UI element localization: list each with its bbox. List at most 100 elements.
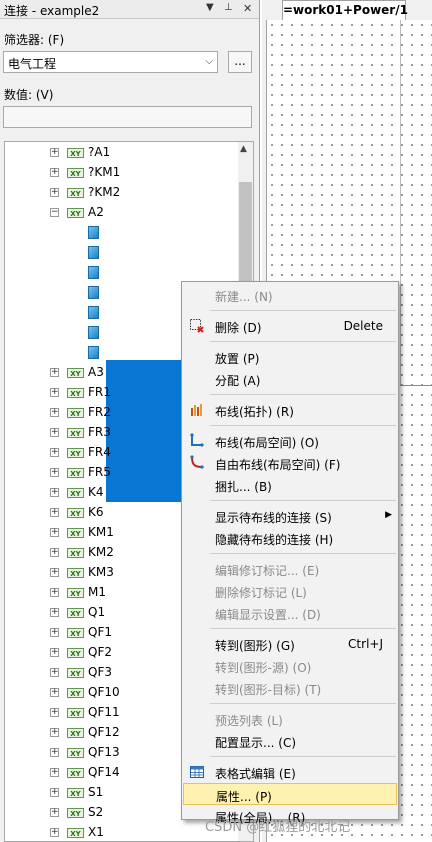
page-border-line bbox=[400, 385, 432, 386]
menu-item-label: 隐藏待布线的连接 (H) bbox=[215, 533, 334, 547]
tree-item-label: QF13 bbox=[88, 745, 120, 759]
scrollbar-thumb[interactable] bbox=[239, 182, 252, 282]
menu-item-label: 布线(拓扑) (R) bbox=[215, 405, 294, 419]
tree-item[interactable]: L1 ↔ =work01+Power bbox=[5, 223, 253, 243]
expand-icon[interactable]: + bbox=[50, 448, 59, 457]
tree-item[interactable]: L3 ↔ =work01+Power bbox=[5, 263, 253, 283]
close-icon[interactable]: ✕ bbox=[243, 2, 252, 15]
expand-icon[interactable]: + bbox=[50, 508, 59, 517]
menu-item-label: 预选列表 (L) bbox=[215, 714, 283, 728]
menu-item-label: 新建... (N) bbox=[215, 290, 273, 304]
expand-icon[interactable]: + bbox=[50, 748, 59, 757]
tree-item-label: KM2 bbox=[88, 545, 114, 559]
expand-icon[interactable]: + bbox=[50, 608, 59, 617]
xy-device-icon: XY bbox=[67, 188, 84, 198]
tree-item-label: L3 ↔ =work01+Power bbox=[108, 265, 241, 279]
xy-device-icon: XY bbox=[67, 648, 84, 658]
menu-item-route-layout[interactable]: 布线(布局空间) (O) bbox=[183, 430, 397, 452]
xy-device-icon: XY bbox=[67, 568, 84, 578]
dropdown-icon[interactable]: ▼ bbox=[206, 2, 214, 13]
xy-device-icon: XY bbox=[67, 468, 84, 478]
filter-more-button[interactable]: ... bbox=[228, 51, 252, 73]
expand-icon[interactable]: + bbox=[50, 688, 59, 697]
expand-icon[interactable]: + bbox=[50, 428, 59, 437]
expand-icon[interactable]: + bbox=[50, 648, 59, 657]
expand-icon[interactable]: + bbox=[50, 568, 59, 577]
menu-item-label: 配置显示... (C) bbox=[215, 736, 297, 750]
xy-device-icon: XY bbox=[67, 588, 84, 598]
tree-item-label: FR4 bbox=[88, 445, 111, 459]
menu-item-show-unrouted[interactable]: 显示待布线的连接 (S) ▶ bbox=[183, 505, 397, 527]
tree-item-label: QF12 bbox=[88, 725, 120, 739]
xy-device-icon: XY bbox=[67, 428, 84, 438]
expand-icon[interactable]: + bbox=[50, 808, 59, 817]
tree-item[interactable]: L2 ↔ =work01+Power bbox=[5, 243, 253, 263]
expand-icon[interactable]: + bbox=[50, 528, 59, 537]
menu-item-route-topology[interactable]: 布线(拓扑) (R) bbox=[183, 399, 397, 421]
xy-device-icon: XY bbox=[67, 548, 84, 558]
tree-item-label: QF10 bbox=[88, 685, 120, 699]
menu-item-label: 转到(图形) (G) bbox=[215, 639, 295, 653]
menu-item-assign[interactable]: 分配 (A) bbox=[183, 368, 397, 390]
menu-item-free-route[interactable]: 自由布线(布局空间) (F) bbox=[183, 452, 397, 474]
menu-item-shortcut: Ctrl+J bbox=[348, 637, 383, 651]
expand-icon[interactable]: + bbox=[50, 768, 59, 777]
tree-item-label: QF14 bbox=[88, 765, 120, 779]
scroll-up-icon[interactable]: ▲ bbox=[240, 144, 247, 154]
expand-icon[interactable]: + bbox=[50, 548, 59, 557]
tree-item-label: PE ↔ =work0 bbox=[108, 285, 188, 299]
expand-icon[interactable]: + bbox=[50, 668, 59, 677]
tree-item-label: FR3 bbox=[88, 425, 111, 439]
tab-document[interactable]: =work01+Power/1 bbox=[282, 0, 408, 20]
expand-icon[interactable]: + bbox=[50, 368, 59, 377]
tree-item-label: FR2 bbox=[88, 405, 111, 419]
tree-item[interactable]: + XY ?KM1 bbox=[5, 163, 253, 183]
menu-item-table-edit[interactable]: 表格式编辑 (E) bbox=[183, 761, 397, 783]
value-input[interactable] bbox=[3, 106, 252, 128]
menu-item-label: 编辑修订标记... (E) bbox=[215, 564, 320, 578]
xy-device-icon: XY bbox=[67, 208, 84, 218]
xy-device-icon: XY bbox=[67, 608, 84, 618]
expand-icon[interactable]: + bbox=[50, 468, 59, 477]
expand-icon[interactable]: + bbox=[50, 708, 59, 717]
expand-icon[interactable]: + bbox=[50, 188, 59, 197]
menu-item-hide-unrouted[interactable]: 隐藏待布线的连接 (H) bbox=[183, 527, 397, 549]
tree-item[interactable]: − XY A2 bbox=[5, 203, 253, 223]
menu-item-goto-graphic[interactable]: 转到(图形) (G) Ctrl+J bbox=[183, 633, 397, 655]
tree-item[interactable]: + XY ?KM2 bbox=[5, 183, 253, 203]
tree-item-label: FR5 bbox=[88, 465, 111, 479]
expand-icon[interactable]: + bbox=[50, 168, 59, 177]
expand-icon[interactable]: + bbox=[50, 408, 59, 417]
xy-device-icon: XY bbox=[67, 668, 84, 678]
chevron-down-icon: ⌵ bbox=[205, 56, 213, 67]
menu-item-delete[interactable]: 删除 (D) Delete bbox=[183, 315, 397, 337]
panel-titlebar: 连接 - example2 ▼ ⊥ ✕ bbox=[0, 0, 259, 19]
menu-item-bundle[interactable]: 捆扎... (B) bbox=[183, 474, 397, 496]
tree-item-label: KM3 bbox=[88, 565, 114, 579]
expand-icon[interactable]: + bbox=[50, 788, 59, 797]
expand-icon[interactable]: + bbox=[50, 488, 59, 497]
menu-item-new: 新建... (N) bbox=[183, 284, 397, 306]
collapse-icon[interactable]: − bbox=[50, 208, 59, 217]
table-icon bbox=[189, 764, 205, 780]
xy-device-icon: XY bbox=[67, 508, 84, 518]
tree-item-label: T2 ↔ =work0 bbox=[108, 325, 188, 339]
menu-item-properties[interactable]: 属性... (P) bbox=[183, 783, 397, 805]
expand-icon[interactable]: + bbox=[50, 388, 59, 397]
xy-device-icon: XY bbox=[67, 728, 84, 738]
tree-item[interactable]: + XY ?A1 bbox=[5, 143, 253, 163]
menu-item-place[interactable]: 放置 (P) bbox=[183, 346, 397, 368]
xy-device-icon: XY bbox=[67, 708, 84, 718]
expand-icon[interactable]: + bbox=[50, 628, 59, 637]
route-topology-icon bbox=[189, 402, 205, 418]
expand-icon[interactable]: + bbox=[50, 148, 59, 157]
expand-icon[interactable]: + bbox=[50, 728, 59, 737]
filter-select[interactable]: 电气工程 ⌵ bbox=[3, 51, 218, 73]
pin-icon[interactable]: ⊥ bbox=[224, 2, 233, 13]
expand-icon[interactable]: + bbox=[50, 588, 59, 597]
menu-item-preselection: 预选列表 (L) bbox=[183, 708, 397, 730]
connection-icon bbox=[88, 226, 99, 239]
menu-item-configure-display[interactable]: 配置显示... (C) bbox=[183, 730, 397, 752]
expand-icon[interactable]: + bbox=[50, 828, 59, 837]
menu-item-label: 放置 (P) bbox=[215, 352, 260, 366]
